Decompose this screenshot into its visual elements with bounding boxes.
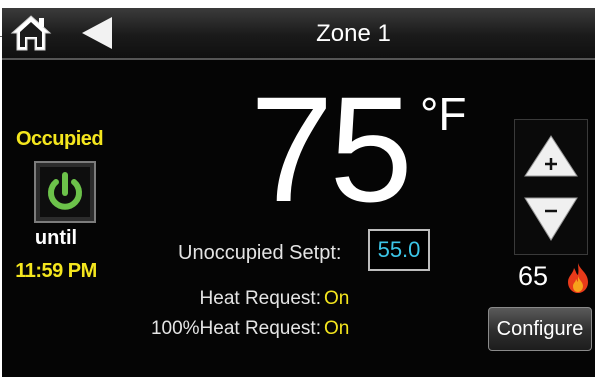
power-icon [48, 172, 82, 210]
full-heat-request-value: On [324, 318, 350, 339]
setpoint-label: Unoccupied Setpt: [178, 242, 342, 264]
until-time: 11:59 PM [15, 260, 97, 282]
secondary-temperature: 65 [518, 261, 549, 291]
until-label: until [34, 227, 78, 249]
down-arrow-minus-icon [524, 197, 578, 241]
top-bar: Zone 1 [2, 8, 595, 60]
page-title: Zone 1 [316, 20, 391, 47]
temperature-unit: °F [420, 88, 467, 140]
increase-button[interactable] [521, 130, 581, 186]
flame-icon [568, 263, 588, 293]
setpoint-input[interactable]: 55.0 [368, 229, 430, 271]
power-button[interactable] [34, 161, 96, 223]
up-arrow-plus-icon [524, 135, 578, 177]
heat-request-value: On [324, 288, 350, 309]
current-temperature: 75 [250, 65, 413, 233]
configure-button[interactable]: Configure [488, 307, 592, 351]
thermostat-screen: Zone 1 Occupied until 11:59 PM 75 °F Uno… [2, 8, 595, 377]
occupancy-status: Occupied [16, 128, 104, 150]
decrease-button[interactable] [521, 190, 581, 246]
setpoint-adjust-panel [514, 119, 588, 255]
heat-request-label: Heat Request: [199, 288, 321, 309]
power-button-face [40, 167, 90, 217]
full-heat-request-label: 100%Heat Request: [150, 318, 321, 339]
